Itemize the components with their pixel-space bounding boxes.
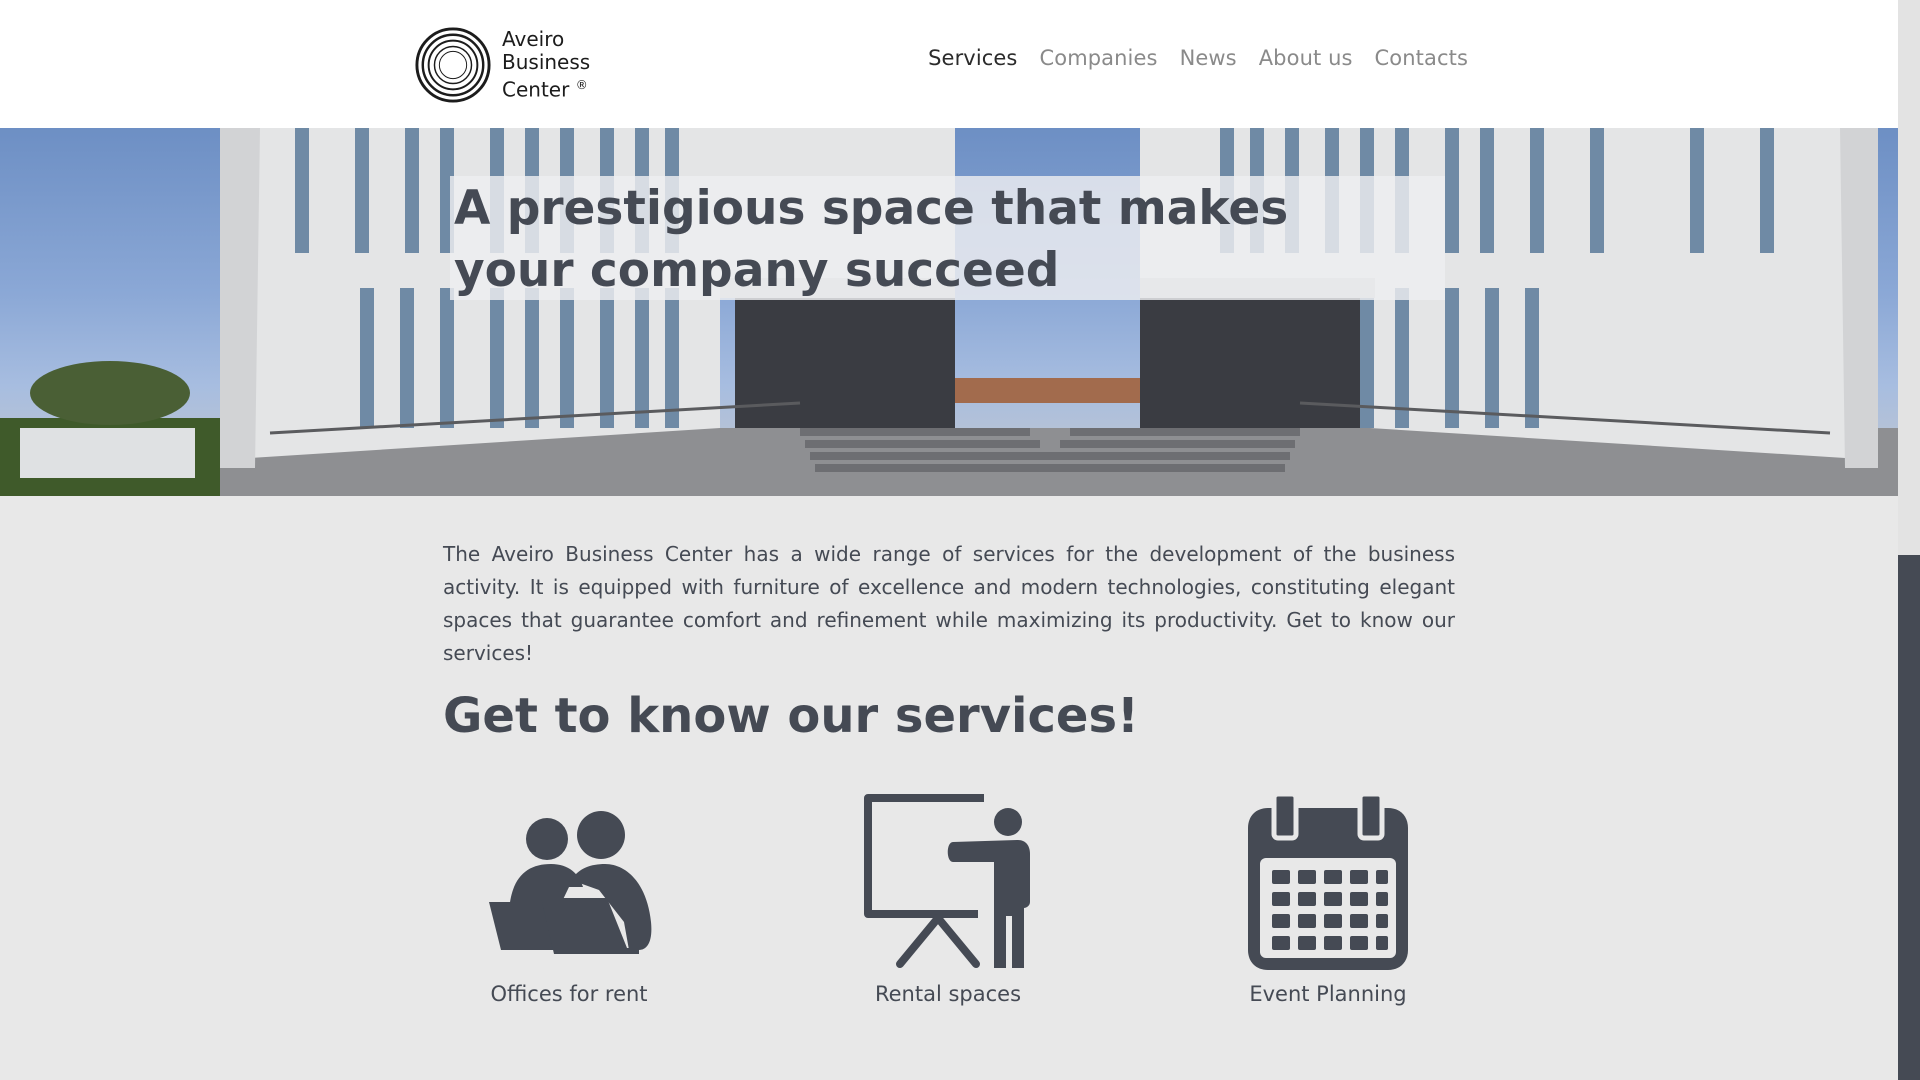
logo-wordmark: Aveiro Business Center ® <box>502 28 590 102</box>
service-rental-spaces[interactable]: Rental spaces <box>818 792 1078 1006</box>
intro-paragraph: The Aveiro Business Center has a wide ra… <box>443 542 1455 665</box>
services-heading: Get to know our services! <box>443 688 1139 744</box>
registered-mark: ® <box>575 78 588 93</box>
logo-line-1: Aveiro <box>502 27 565 52</box>
service-offices-for-rent[interactable]: Offices for rent <box>439 792 699 1006</box>
scrollbar-thumb[interactable] <box>1898 0 1920 555</box>
site-logo[interactable]: Aveiro Business Center ® <box>414 26 590 104</box>
presentation-board-icon <box>864 794 1030 968</box>
nav-contacts[interactable]: Contacts <box>1375 46 1468 70</box>
logo-line-3: Center ® <box>502 77 588 102</box>
nav-news[interactable]: News <box>1180 46 1237 70</box>
concentric-circles-logo-icon <box>415 27 491 103</box>
page-scrollbar[interactable] <box>1898 0 1920 1080</box>
site-header: Aveiro Business Center ® Services Compan… <box>0 0 1898 128</box>
hero-banner: A prestigious space that makes your comp… <box>0 128 1898 496</box>
people-laptop-icon <box>489 811 652 954</box>
nav-about-us[interactable]: About us <box>1259 46 1353 70</box>
calendar-icon <box>1248 792 1408 970</box>
hero-title: A prestigious space that makes your comp… <box>454 181 1289 298</box>
main-nav: Services Companies News About us Contact… <box>928 46 1468 70</box>
logo-line-2: Business <box>502 50 591 75</box>
service-label: Rental spaces <box>874 982 1022 1006</box>
service-event-planning[interactable]: Event Planning <box>1198 792 1458 1006</box>
service-label: Event Planning <box>1249 982 1407 1006</box>
service-label: Offices for rent <box>490 982 648 1006</box>
nav-companies[interactable]: Companies <box>1039 46 1157 70</box>
nav-services[interactable]: Services <box>928 46 1017 70</box>
